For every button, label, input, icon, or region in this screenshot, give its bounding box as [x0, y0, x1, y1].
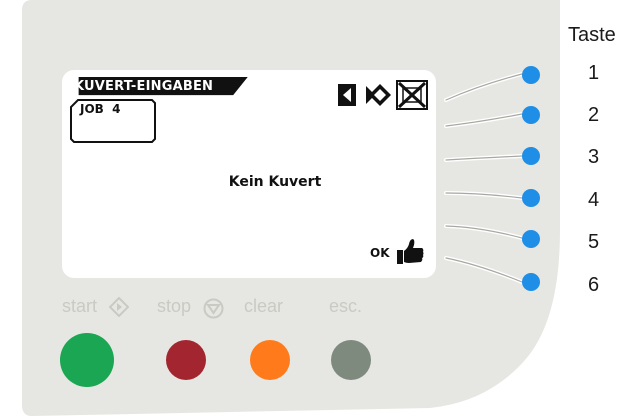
taste-number-3: 3 — [588, 146, 600, 168]
side-key-6[interactable] — [522, 273, 540, 291]
stop-label: stop — [157, 296, 192, 316]
side-key-leaders — [444, 72, 524, 284]
side-key-4[interactable] — [522, 189, 540, 207]
start-label: start — [62, 296, 98, 316]
thumbs-up-icon — [397, 239, 424, 264]
clear-button[interactable] — [250, 340, 290, 380]
taste-header: Taste — [568, 24, 616, 46]
side-key-5[interactable] — [522, 230, 540, 248]
taste-number-6: 6 — [588, 274, 600, 296]
esc-button[interactable] — [331, 340, 371, 380]
status-message: Kein Kuvert — [228, 174, 322, 190]
screen-title: KUVERT-EINGABEN — [74, 79, 214, 94]
arrow-right-diamond-icon — [366, 84, 391, 106]
start-diamond-icon — [109, 297, 129, 317]
ok-label: OK — [370, 246, 390, 260]
taste-number-1: 1 — [588, 62, 600, 84]
side-key-2[interactable] — [522, 106, 540, 124]
job-label: JOB 4 — [80, 102, 121, 116]
taste-number-5: 5 — [588, 231, 600, 253]
clear-label: clear — [244, 296, 284, 316]
side-key-1[interactable] — [522, 66, 540, 84]
esc-label: esc. — [329, 296, 363, 316]
side-key-3[interactable] — [522, 147, 540, 165]
taste-number-2: 2 — [588, 104, 600, 126]
arrow-left-icon — [338, 84, 356, 106]
taste-number-4: 4 — [588, 189, 600, 211]
envelope-crossed-icon — [396, 80, 428, 110]
stop-triangle-icon — [203, 298, 224, 319]
stop-button[interactable] — [166, 340, 206, 380]
start-button[interactable] — [60, 333, 114, 387]
